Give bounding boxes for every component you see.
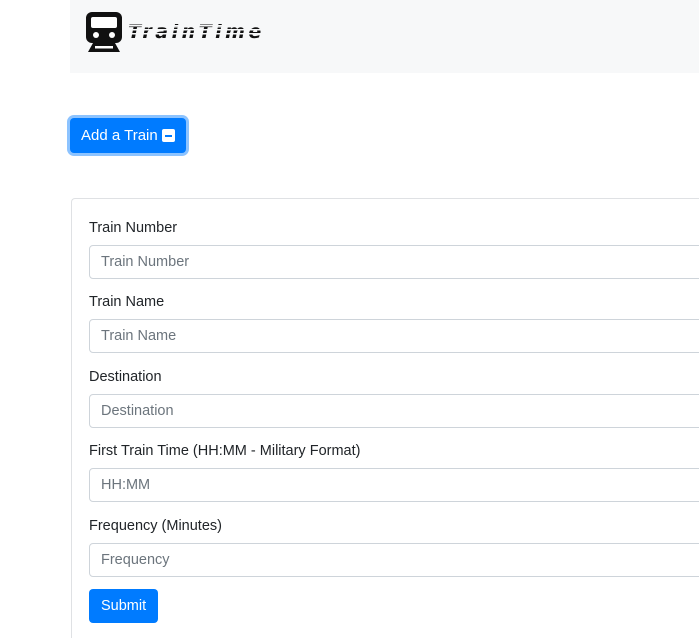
train-icon <box>86 12 122 52</box>
frequency-label: Frequency (Minutes) <box>89 518 222 534</box>
first-train-time-group: First Train Time (HH:MM - Military Forma… <box>89 442 699 502</box>
train-name-input[interactable] <box>89 319 699 353</box>
first-train-time-label: First Train Time (HH:MM - Military Forma… <box>89 443 361 459</box>
page: TrainTime Add a Train Train Number Train… <box>0 0 699 638</box>
add-train-label: Add a Train <box>81 127 158 144</box>
train-number-group: Train Number <box>89 219 699 279</box>
destination-input[interactable] <box>89 394 699 428</box>
first-train-time-input[interactable] <box>89 468 699 502</box>
minus-square-icon <box>161 129 175 142</box>
submit-button[interactable]: Submit <box>89 589 159 623</box>
train-number-label: Train Number <box>89 220 178 236</box>
brand-wordmark: TrainTime <box>126 10 302 54</box>
brand-logo[interactable]: TrainTime <box>84 10 302 54</box>
frequency-group: Frequency (Minutes) <box>89 517 699 577</box>
frequency-input[interactable] <box>89 543 699 577</box>
brand-name: TrainTime <box>128 20 265 43</box>
add-train-card: Train Number Train Name Destination Firs… <box>71 198 699 638</box>
add-train-toggle-button[interactable]: Add a Train <box>70 118 186 153</box>
destination-group: Destination <box>89 368 699 428</box>
destination-label: Destination <box>89 369 162 385</box>
train-name-label: Train Name <box>89 294 165 310</box>
navbar: TrainTime <box>70 0 699 73</box>
train-number-input[interactable] <box>89 245 699 279</box>
train-name-group: Train Name <box>89 293 699 353</box>
